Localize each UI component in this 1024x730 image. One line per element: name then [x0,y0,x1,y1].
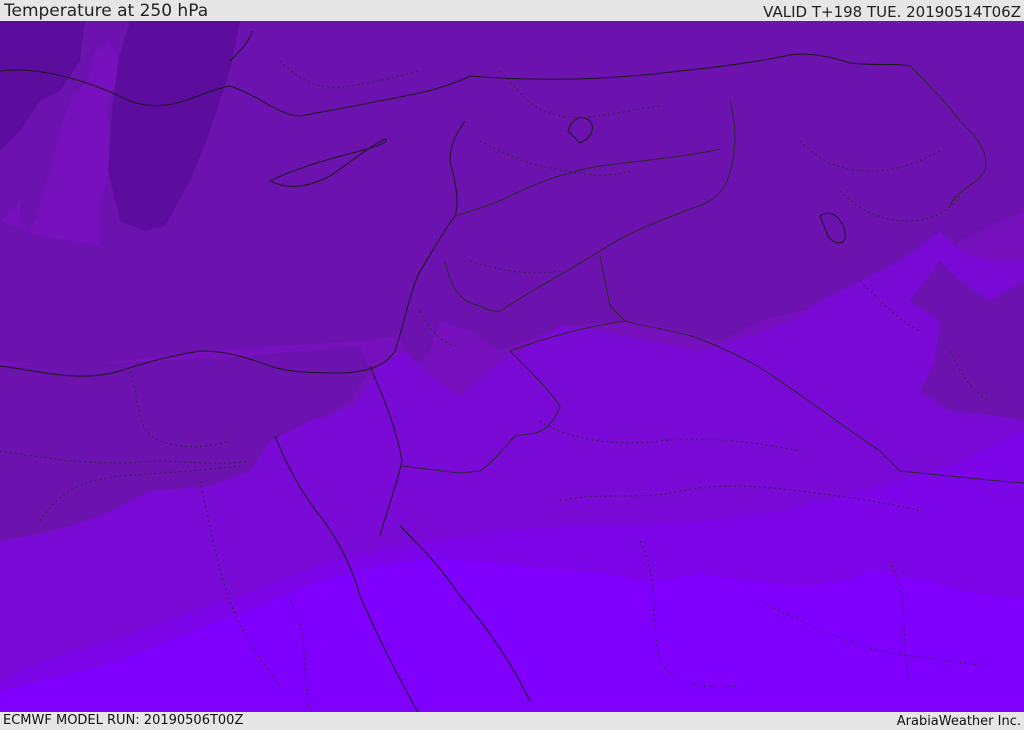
credit: ArabiaWeather Inc. [896,714,1021,729]
temperature-map[interactable] [0,21,1024,712]
footer-bar: ECMWF MODEL RUN: 20190506T00Z ArabiaWeat… [0,712,1024,729]
valid-time: VALID T+198 TUE. 20190514T06Z [763,3,1021,21]
map-title: Temperature at 250 hPa [4,1,209,21]
header-bar: Temperature at 250 hPa VALID T+198 TUE. … [0,0,1024,21]
model-run: ECMWF MODEL RUN: 20190506T00Z [3,713,244,728]
